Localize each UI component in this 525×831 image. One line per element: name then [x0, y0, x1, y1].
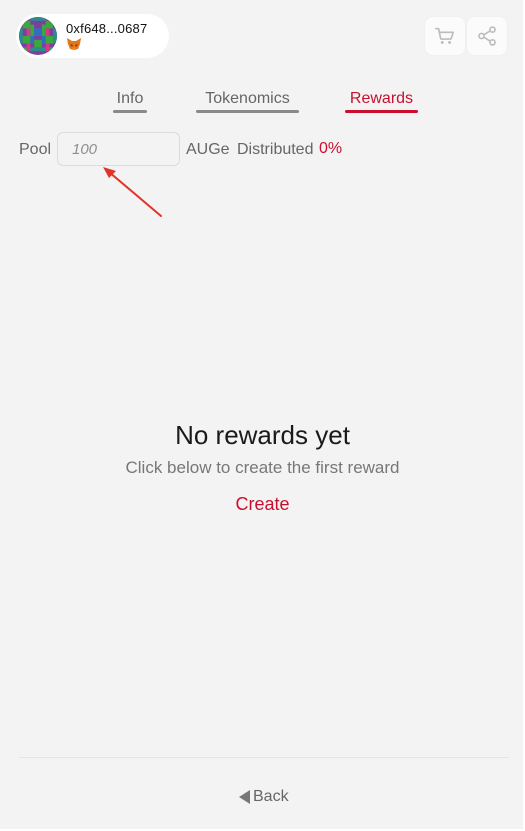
cart-button[interactable]: [425, 17, 465, 55]
account-chip[interactable]: 0xf648...0687: [16, 14, 169, 58]
tab-info-underline: [113, 110, 147, 113]
wallet-address: 0xf648...0687: [66, 21, 148, 36]
tab-info-label: Info: [116, 90, 144, 107]
pool-amount-input[interactable]: [57, 132, 180, 166]
avatar: [19, 17, 57, 55]
metamask-fox-icon: [67, 38, 81, 50]
tab-info[interactable]: Info: [113, 90, 147, 113]
back-button[interactable]: Back: [239, 788, 289, 806]
create-reward-link[interactable]: Create: [0, 494, 525, 515]
share-icon: [478, 26, 496, 46]
tab-tokenomics[interactable]: Tokenomics: [196, 90, 299, 113]
cart-icon: [435, 27, 455, 44]
distributed-label: Distributed: [237, 141, 314, 158]
share-button[interactable]: [467, 17, 507, 55]
back-triangle-icon: [239, 790, 250, 804]
back-label: Back: [253, 788, 289, 805]
identicon-icon: [19, 17, 57, 55]
empty-state-subtitle: Click below to create the first reward: [125, 458, 400, 477]
tab-rewards[interactable]: Rewards: [345, 90, 418, 113]
pool-unit: AUGe: [186, 141, 230, 158]
page-frame: [0, 0, 525, 831]
footer-divider: [19, 757, 509, 758]
empty-state-title: No rewards yet: [175, 420, 350, 450]
tab-tokenomics-underline: [196, 110, 299, 113]
tab-rewards-label: Rewards: [349, 90, 414, 107]
tab-tokenomics-label: Tokenomics: [205, 90, 290, 107]
annotation-arrow-icon: [103, 167, 162, 217]
pool-label: Pool: [19, 141, 52, 158]
distributed-value: 0%: [319, 140, 343, 157]
tab-rewards-underline: [345, 110, 418, 113]
